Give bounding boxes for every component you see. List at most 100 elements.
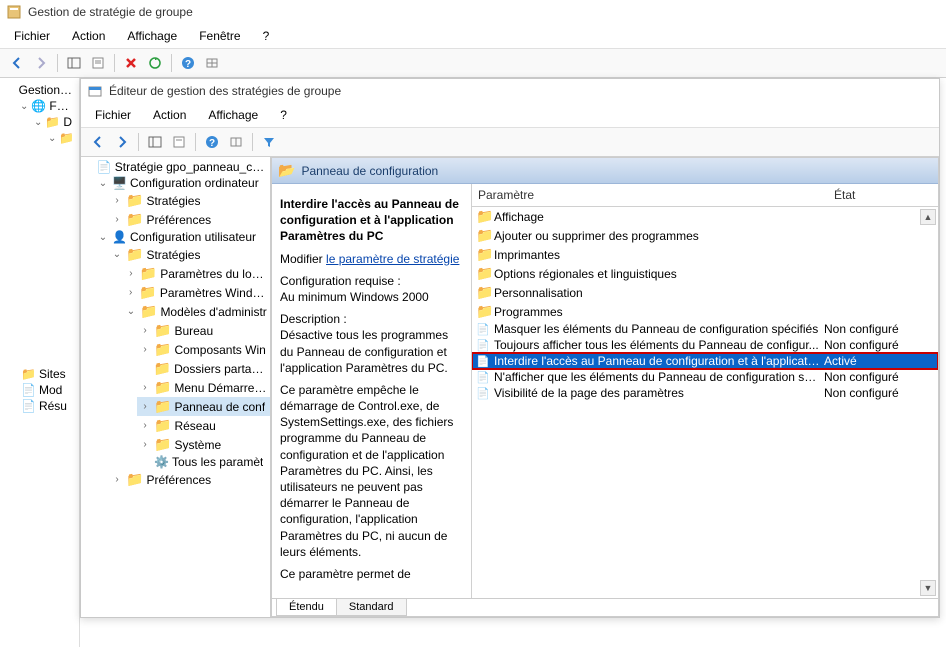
comp-strategies-node[interactable]: ›📁Stratégies <box>109 191 270 210</box>
folder-icon: 📁 <box>476 303 490 320</box>
outer-domains[interactable]: ⌄📁Dom <box>32 114 75 130</box>
main-menu-help[interactable]: ? <box>253 26 280 46</box>
outer-root[interactable]: Gestion de s <box>4 82 75 98</box>
outer-forest[interactable]: ⌄🌐Forêt : n <box>18 98 75 114</box>
list-item[interactable]: 📁Personnalisation <box>472 283 938 302</box>
svg-text:?: ? <box>185 59 191 70</box>
list-item-label: Visibilité de la page des paramètres <box>494 386 820 400</box>
list-item[interactable]: 📄Masquer les éléments du Panneau de conf… <box>472 321 938 337</box>
editor-icon <box>87 83 103 99</box>
editor-menu-action[interactable]: Action <box>143 105 196 125</box>
ed-tree-button[interactable] <box>144 131 166 153</box>
reseau-node[interactable]: ›📁Réseau <box>137 416 270 435</box>
main-menu-action[interactable]: Action <box>62 26 115 46</box>
sites-icon: 📁 <box>21 367 36 381</box>
bureau-node[interactable]: ›📁Bureau <box>137 321 270 340</box>
tab-standard[interactable]: Standard <box>336 599 407 616</box>
req-value: Au minimum Windows 2000 <box>280 290 429 304</box>
list-item-state: Activé <box>824 354 934 368</box>
detail-pane: 📂 Panneau de configuration Interdire l'a… <box>271 157 939 617</box>
folder-icon: 📁 <box>140 303 157 320</box>
comp-prefs-node[interactable]: ›📁Préférences <box>109 210 270 229</box>
composants-node[interactable]: ›📁Composants Win <box>137 340 270 359</box>
list-item[interactable]: 📁Programmes <box>472 302 938 321</box>
list-item-state: Non configuré <box>824 338 934 352</box>
req-label: Configuration requise : <box>280 274 401 288</box>
settings-list[interactable]: ▲ ▼ 📁Affichage📁Ajouter ou supprimer des … <box>472 207 938 598</box>
desc1: Désactive tous les programmes du Panneau… <box>280 328 448 374</box>
forward-button[interactable] <box>30 52 52 74</box>
panneau-node[interactable]: ›📁Panneau de conf <box>137 397 270 416</box>
folder-icon: 📁 <box>126 192 143 209</box>
editor-menu-fichier[interactable]: Fichier <box>85 105 141 125</box>
win-params-node[interactable]: ›📁Paramètres Windows <box>123 283 270 302</box>
outer-resu[interactable]: 📄Résu <box>4 398 75 414</box>
help-button[interactable]: ? <box>177 52 199 74</box>
view-tabs: Étendu Standard <box>272 598 938 616</box>
list-item[interactable]: 📁Affichage <box>472 207 938 226</box>
setting-icon: 📄 <box>476 371 490 384</box>
outer-tree[interactable]: Gestion de s ⌄🌐Forêt : n ⌄📁Dom ⌄📁n 📁Site… <box>0 78 80 647</box>
ed-sep2 <box>195 133 196 151</box>
outer-sites[interactable]: 📁Sites <box>4 366 75 382</box>
properties-button[interactable] <box>87 52 109 74</box>
user-strategies-node[interactable]: ⌄📁Stratégies <box>109 245 270 264</box>
edit-link[interactable]: le paramètre de stratégie <box>326 252 459 266</box>
main-menu-fichier[interactable]: Fichier <box>4 26 60 46</box>
list-item[interactable]: 📄Interdire l'accès au Panneau de configu… <box>472 353 938 369</box>
list-item[interactable]: 📁Ajouter ou supprimer des programmes <box>472 226 938 245</box>
editor-menu-affichage[interactable]: Affichage <box>198 105 268 125</box>
scroll-down-icon[interactable]: ▼ <box>920 580 936 596</box>
tous-node[interactable]: ⚙️Tous les paramèt <box>137 454 270 470</box>
list-item-state: Non configuré <box>824 322 934 336</box>
main-menu-affichage[interactable]: Affichage <box>117 26 187 46</box>
policy-tree[interactable]: 📄Stratégie gpo_panneau_config [ ⌄🖥️Confi… <box>81 157 271 617</box>
show-tree-button[interactable] <box>63 52 85 74</box>
setting-icon: 📄 <box>476 387 490 400</box>
ed-back-button[interactable] <box>87 131 109 153</box>
outer-n[interactable]: ⌄📁n <box>46 130 75 146</box>
list-item[interactable]: 📄Toujours afficher tous les éléments du … <box>472 337 938 353</box>
delete-button[interactable] <box>120 52 142 74</box>
policy-root[interactable]: 📄Stratégie gpo_panneau_config [ <box>81 159 270 175</box>
col-param[interactable]: Paramètre <box>472 184 828 206</box>
ed-table-button[interactable] <box>225 131 247 153</box>
ed-help-button[interactable]: ? <box>201 131 223 153</box>
scroll-up-icon[interactable]: ▲ <box>920 209 936 225</box>
soft-params-node[interactable]: ›📁Paramètres du logici <box>123 264 270 283</box>
setting-icon: 📄 <box>476 323 490 336</box>
dossiers-node[interactable]: 📁Dossiers partagés <box>137 359 270 378</box>
ed-props-button[interactable] <box>168 131 190 153</box>
folder-icon: 📁 <box>476 246 490 263</box>
tab-extended[interactable]: Étendu <box>276 599 337 616</box>
col-state[interactable]: État <box>828 184 938 206</box>
list-item[interactable]: 📁Options régionales et linguistiques <box>472 264 938 283</box>
list-item[interactable]: 📄 N'afficher que les éléments du Panneau … <box>472 369 938 385</box>
ed-sep1 <box>138 133 139 151</box>
ed-sep3 <box>252 133 253 151</box>
ed-forward-button[interactable] <box>111 131 133 153</box>
folder-icon: 📁 <box>154 436 171 453</box>
edit-label: Modifier <box>280 252 323 266</box>
folder-icon: 📁 <box>59 131 74 145</box>
computer-config-node[interactable]: ⌄🖥️Configuration ordinateur <box>95 175 270 191</box>
back-button[interactable] <box>6 52 28 74</box>
list-item[interactable]: 📄Visibilité de la page des paramètresNon… <box>472 385 938 401</box>
editor-menu-help[interactable]: ? <box>270 105 297 125</box>
ed-filter-button[interactable] <box>258 131 280 153</box>
main-menu-fenetre[interactable]: Fenêtre <box>189 26 250 46</box>
domain-icon: 📁 <box>45 115 60 129</box>
folder-icon: 📁 <box>140 265 157 282</box>
list-item[interactable]: 📁Imprimantes <box>472 245 938 264</box>
list-item-label: N'afficher que les éléments du Panneau d… <box>494 370 820 384</box>
editor-title: Éditeur de gestion des stratégies de gro… <box>109 84 341 98</box>
user-prefs-node[interactable]: ›📁Préférences <box>109 470 270 489</box>
table-button[interactable] <box>201 52 223 74</box>
user-config-node[interactable]: ⌄👤Configuration utilisateur <box>95 229 270 245</box>
systeme-node[interactable]: ›📁Système <box>137 435 270 454</box>
menu-dem-node[interactable]: ›📁Menu Démarrer e <box>137 378 270 397</box>
outer-mod[interactable]: 📄Mod <box>4 382 75 398</box>
admin-models-node[interactable]: ⌄📁Modèles d'administr <box>123 302 270 321</box>
folder-icon: 📁 <box>126 471 143 488</box>
refresh-button[interactable] <box>144 52 166 74</box>
